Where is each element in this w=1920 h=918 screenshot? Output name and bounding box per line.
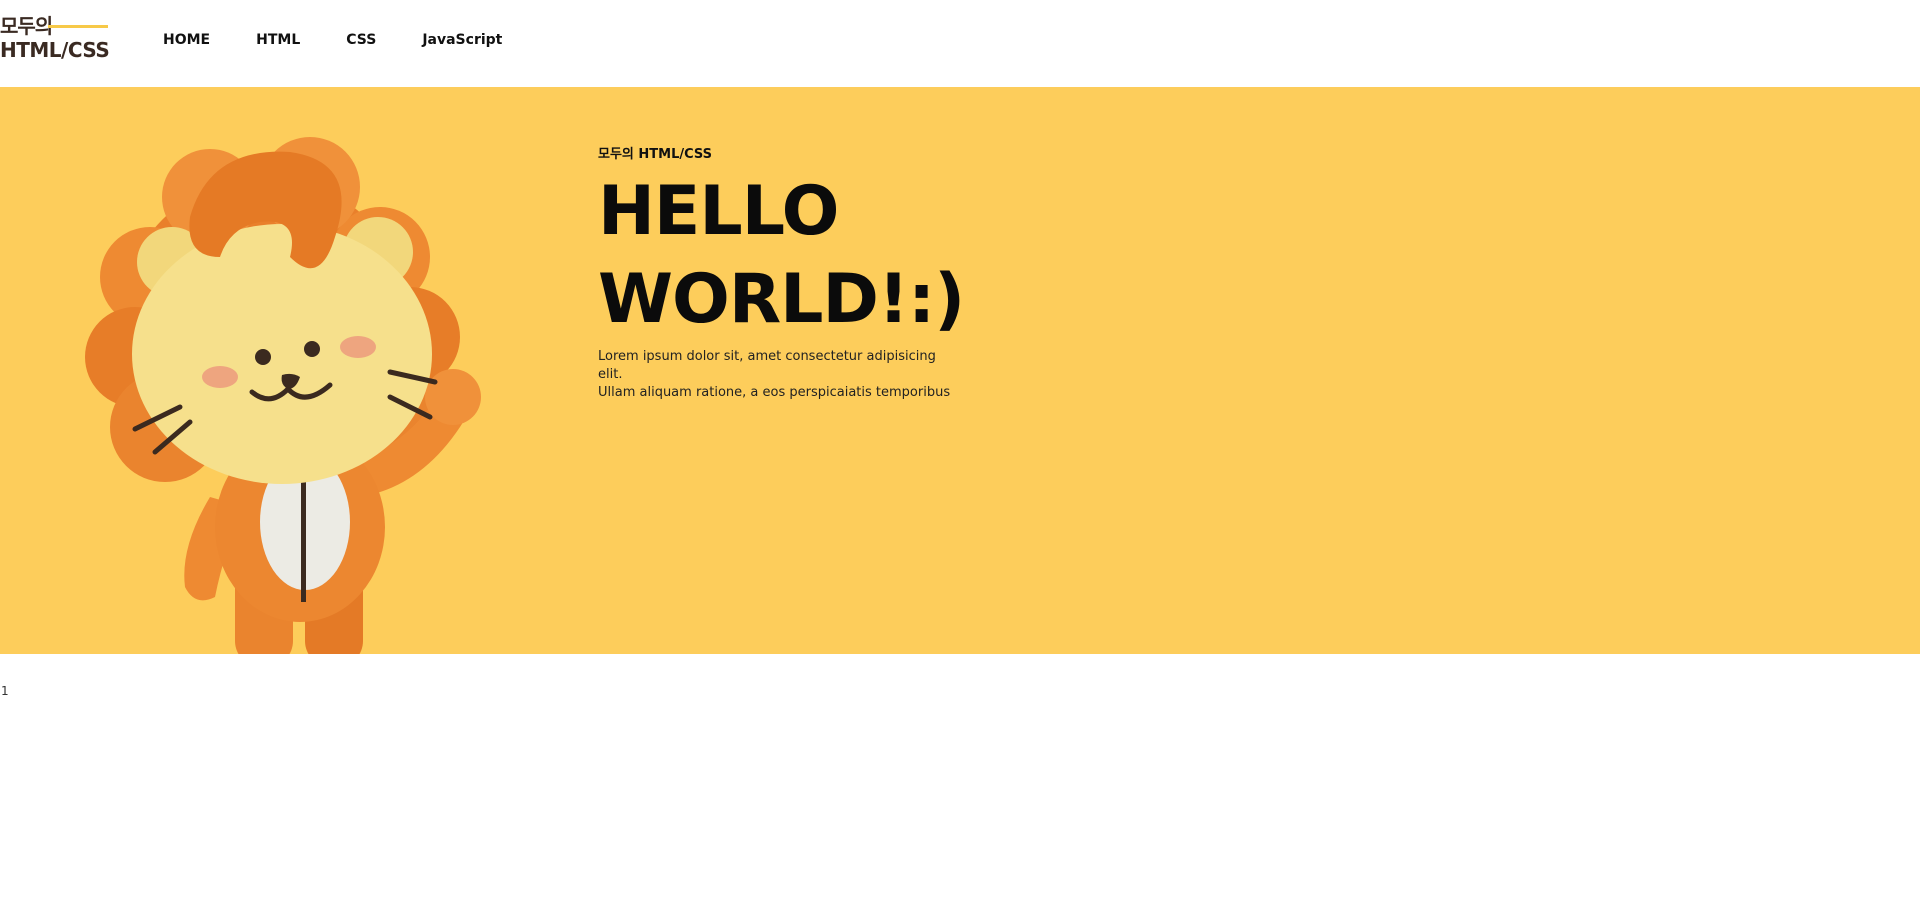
page-number: 1: [1, 684, 9, 698]
hero-description-line2: Ullam aliquam ratione, a eos perspicaiat…: [598, 385, 951, 400]
nav-home[interactable]: HOME: [163, 30, 210, 50]
nav-css[interactable]: CSS: [346, 30, 376, 50]
main-nav: HOME HTML CSS JavaScript: [163, 30, 548, 50]
lion-face: [132, 217, 438, 484]
site-header: 모두의 HTML/CSS HOME HTML CSS JavaScript: [0, 0, 1920, 87]
hero-title-line2: WORLD!:): [598, 260, 965, 339]
hero-text-block: 모두의 HTML/CSS HELLO WORLD!:) Lorem ipsum …: [598, 146, 965, 402]
hero-subtitle: 모두의 HTML/CSS: [598, 147, 713, 162]
nav-html[interactable]: HTML: [256, 30, 300, 50]
logo-text-html-css: HTML/CSS: [0, 38, 110, 62]
nav-javascript[interactable]: JavaScript: [422, 30, 502, 50]
hero-title: HELLO WORLD!:): [598, 168, 965, 344]
hero-title-line1: HELLO: [598, 172, 839, 251]
site-logo[interactable]: 모두의 HTML/CSS: [0, 14, 112, 62]
hero-banner: 모두의 HTML/CSS HELLO WORLD!:) Lorem ipsum …: [0, 87, 1920, 654]
logo-text-korean: 모두의: [0, 14, 53, 38]
logo-accent-bar: [48, 25, 108, 28]
hero-description-line1: Lorem ipsum dolor sit, amet consectetur …: [598, 349, 936, 382]
lion-mascot-image: [85, 137, 481, 654]
hero-description: Lorem ipsum dolor sit, amet consectetur …: [598, 348, 958, 402]
